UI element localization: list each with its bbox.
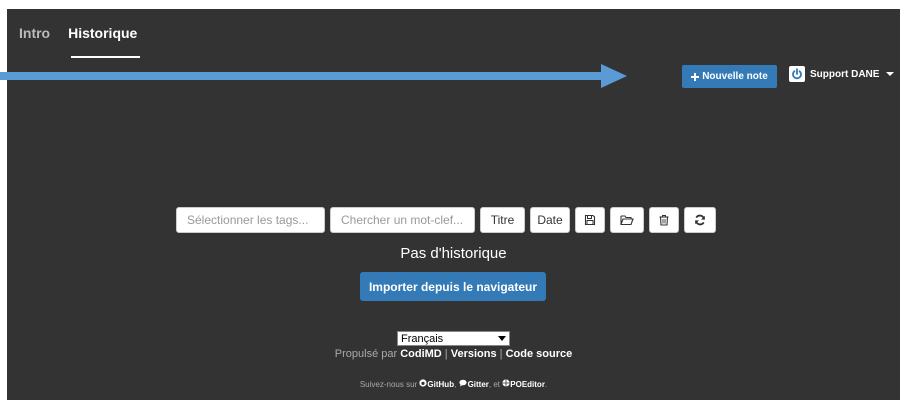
export-button[interactable] [575, 207, 605, 233]
footer-follow: Suivez-nous sur GitHub, Gitter, et POEdi… [7, 379, 900, 389]
powered-by-text: Propulsé par [334, 348, 398, 360]
top-tabs: Intro Historique [19, 25, 137, 41]
tags-input[interactable] [176, 207, 325, 233]
new-note-label: Nouvelle note [702, 71, 768, 82]
plus-icon [691, 72, 700, 81]
source-code-link[interactable]: Code source [506, 348, 573, 360]
refresh-button[interactable] [684, 207, 716, 233]
sort-title-button[interactable]: Titre [480, 207, 525, 233]
user-menu[interactable]: Support DANE [789, 66, 895, 82]
versions-link[interactable]: Versions [451, 348, 497, 360]
app-window: Intro Historique Nouvelle note Support D… [0, 9, 900, 400]
chevron-down-icon [498, 336, 506, 341]
sort-date-button[interactable]: Date [530, 207, 570, 233]
save-icon [584, 214, 596, 226]
folder-open-icon [620, 215, 634, 226]
annotation-arrow-shaft [0, 72, 603, 80]
clear-history-button[interactable] [649, 207, 679, 233]
gitter-link[interactable]: Gitter [468, 380, 489, 389]
tab-historique[interactable]: Historique [68, 25, 137, 41]
trash-icon [659, 215, 669, 226]
power-icon [789, 66, 805, 82]
separator: | [441, 348, 451, 360]
import-from-browser-button[interactable]: Importer depuis le navigateur [360, 272, 546, 301]
import-file-button[interactable] [610, 207, 644, 233]
and-text: , et [488, 380, 501, 389]
user-name: Support DANE [810, 68, 880, 80]
poeditor-link[interactable]: POEditor [510, 380, 545, 389]
footer-powered-by: Propulsé par CodiMD | Versions | Code so… [7, 348, 900, 360]
active-tab-underline [71, 56, 140, 58]
annotation-arrow-head [601, 64, 627, 88]
language-select-value: Français [401, 332, 444, 345]
tab-intro[interactable]: Intro [19, 25, 50, 41]
search-input[interactable] [330, 207, 475, 233]
period: . [544, 380, 548, 389]
chat-icon [458, 379, 467, 387]
chevron-down-icon [886, 72, 895, 76]
empty-history-text: Pas d'historique [400, 245, 507, 262]
comma: , [454, 380, 457, 389]
github-link[interactable]: GitHub [427, 380, 454, 389]
history-toolbar: Titre Date [176, 207, 716, 233]
follow-text: Suivez-nous sur [359, 380, 418, 389]
refresh-icon [695, 214, 705, 226]
codimd-link[interactable]: CodiMD [400, 348, 442, 360]
separator: | [496, 348, 506, 360]
new-note-button[interactable]: Nouvelle note [682, 65, 777, 88]
language-select[interactable]: Français [397, 331, 510, 346]
